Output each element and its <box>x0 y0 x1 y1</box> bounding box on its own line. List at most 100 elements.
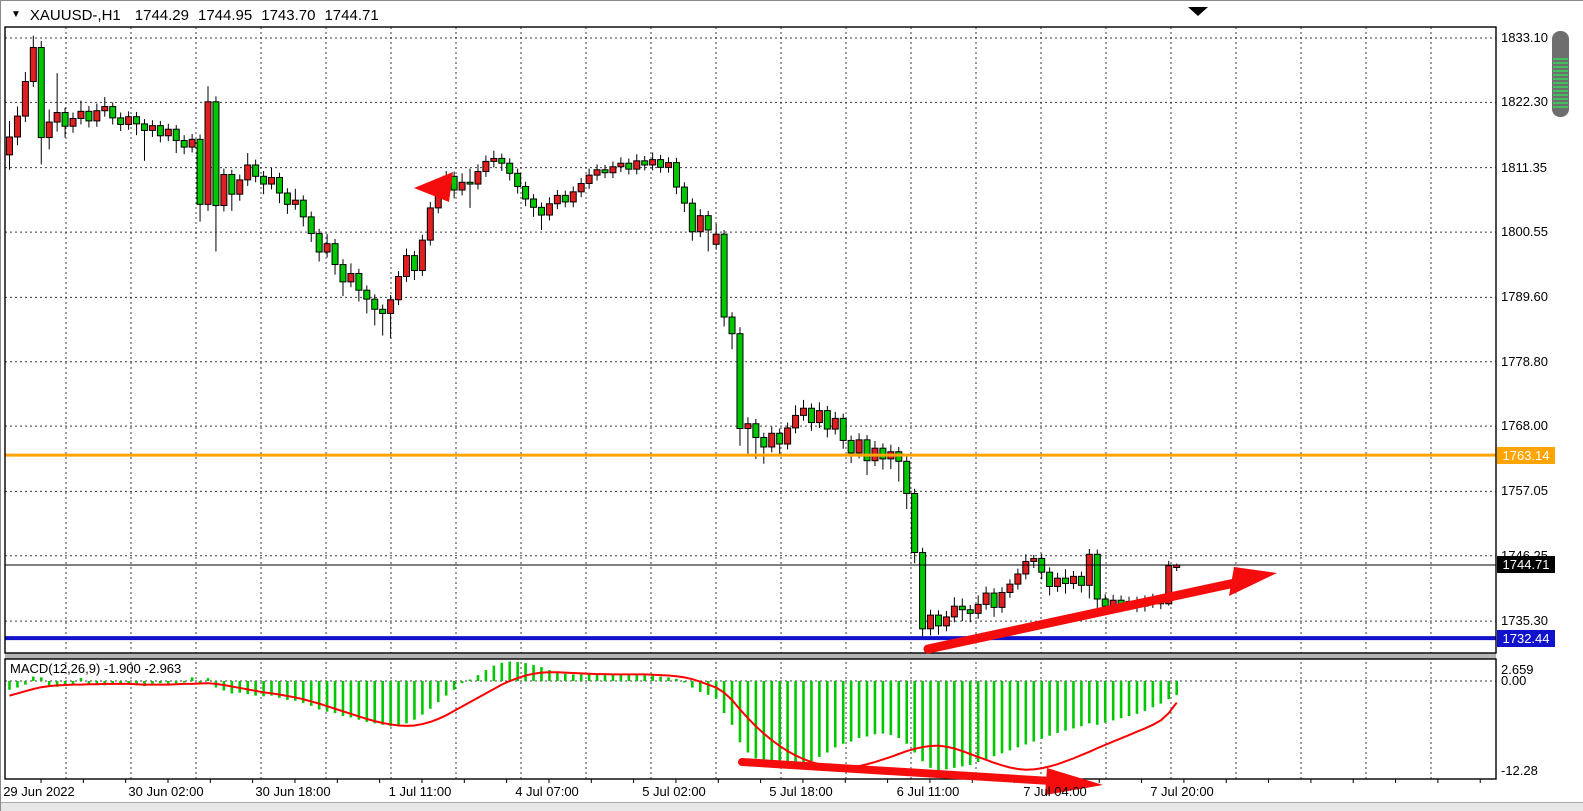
candle-body <box>689 203 695 232</box>
candle-body <box>761 437 767 447</box>
candle-body <box>594 170 600 175</box>
time-axis-label: 1 Jul 11:00 <box>365 784 475 799</box>
candle-body <box>237 180 243 194</box>
candle-body <box>785 428 791 444</box>
candle-body <box>149 126 155 131</box>
candle-body <box>118 118 124 125</box>
candle-body <box>70 118 76 126</box>
candle-body <box>1086 554 1092 585</box>
candle-body <box>856 440 862 453</box>
candle-body <box>181 141 187 148</box>
candle-body <box>300 200 306 217</box>
candle-body <box>253 165 259 176</box>
candle-body <box>507 163 513 173</box>
candle-body <box>1031 558 1037 561</box>
candle-body <box>1047 572 1053 586</box>
candle-body <box>840 418 846 440</box>
candle-body <box>745 424 751 429</box>
candle-body <box>134 117 140 124</box>
candle-body <box>126 117 132 125</box>
candle-body <box>967 610 973 614</box>
candle-body <box>1070 576 1076 583</box>
candle-body <box>959 606 965 610</box>
candle-body <box>197 139 203 204</box>
candle-body <box>292 200 298 204</box>
price-axis-highlight-label: 1744.71 <box>1497 556 1555 573</box>
candle-body <box>610 167 616 173</box>
candle-body <box>943 617 949 626</box>
candle-body <box>975 604 981 613</box>
candle-body <box>14 116 20 137</box>
collapse-ohlc-icon[interactable]: ▼ <box>11 9 21 20</box>
candle-body <box>1023 561 1029 574</box>
candle-body <box>912 493 918 552</box>
candle-body <box>411 256 417 271</box>
candle-body <box>880 448 886 459</box>
candle-body <box>705 216 711 230</box>
time-axis-label: 6 Jul 11:00 <box>873 784 983 799</box>
panel-divider[interactable] <box>5 653 1496 659</box>
candle-body <box>491 158 497 161</box>
candle-body <box>475 172 481 185</box>
price-axis-tick: 1800.55 <box>1501 224 1548 240</box>
candle-body <box>1063 578 1069 583</box>
price-axis-tick: 1789.60 <box>1501 289 1548 305</box>
price-axis-tick: 1757.05 <box>1501 483 1548 499</box>
candle-body <box>816 411 822 423</box>
open-value: 1744.29 <box>135 7 189 24</box>
time-axis-label: 7 Jul 04:00 <box>1000 784 1110 799</box>
candle-body <box>269 178 275 185</box>
chart-canvas[interactable] <box>1 1 1583 811</box>
candle-body <box>618 163 624 167</box>
symbol-period-label: XAUUSD-,H1 <box>30 7 121 24</box>
candle-body <box>173 129 179 140</box>
price-axis-tick: 1811.35 <box>1501 160 1547 176</box>
candle-body <box>658 160 664 168</box>
chart-title-bar: ▼ XAUUSD-,H1 1744.29 1744.95 1743.70 174… <box>11 5 388 25</box>
candle-body <box>419 240 425 270</box>
candle-body <box>372 299 378 309</box>
candle-body <box>951 606 957 617</box>
candle-body <box>165 129 171 136</box>
candle-body <box>928 615 934 629</box>
candle-body <box>793 415 799 428</box>
candle-body <box>983 593 989 604</box>
candle-body <box>54 113 60 123</box>
macd-axis-tick: 0.00 <box>1501 673 1526 689</box>
low-value: 1743.70 <box>261 7 315 24</box>
candle-body <box>483 161 489 171</box>
candle-body <box>324 244 330 252</box>
candle-body <box>30 48 36 82</box>
candle-body <box>459 182 465 190</box>
time-axis-label: 4 Jul 07:00 <box>492 784 602 799</box>
candle-body <box>276 178 282 194</box>
price-axis-tick: 1735.30 <box>1501 613 1548 629</box>
candle-body <box>316 234 322 252</box>
candle-body <box>94 111 100 121</box>
candle-body <box>721 234 727 317</box>
candle-body <box>920 553 926 629</box>
macd-indicator-label: MACD(12,26,9) -1.900 -2.963 <box>10 661 181 676</box>
candle-body <box>189 139 195 147</box>
candle-body <box>523 186 529 199</box>
candle-body <box>7 137 13 155</box>
candle-body <box>388 300 394 314</box>
candle-body <box>554 195 560 203</box>
candle-body <box>499 158 505 163</box>
candle-body <box>38 48 44 138</box>
candle-body <box>78 111 84 118</box>
candle-body <box>404 256 410 277</box>
candle-body <box>848 440 854 453</box>
candle-body <box>467 182 473 184</box>
chart-window: ▼ XAUUSD-,H1 1744.29 1744.95 1743.70 174… <box>0 0 1583 811</box>
vertical-scrollbar[interactable] <box>1552 31 1569 117</box>
price-axis-tick: 1778.80 <box>1501 354 1548 370</box>
time-axis-label: 30 Jun 18:00 <box>238 784 348 799</box>
time-axis-label: 30 Jun 02:00 <box>111 784 221 799</box>
candle-body <box>801 408 807 415</box>
candle-body <box>245 165 251 180</box>
candle-body <box>110 107 116 118</box>
candle-body <box>713 234 719 244</box>
candle-body <box>1015 574 1021 584</box>
bottom-status-strip <box>1 802 1583 811</box>
